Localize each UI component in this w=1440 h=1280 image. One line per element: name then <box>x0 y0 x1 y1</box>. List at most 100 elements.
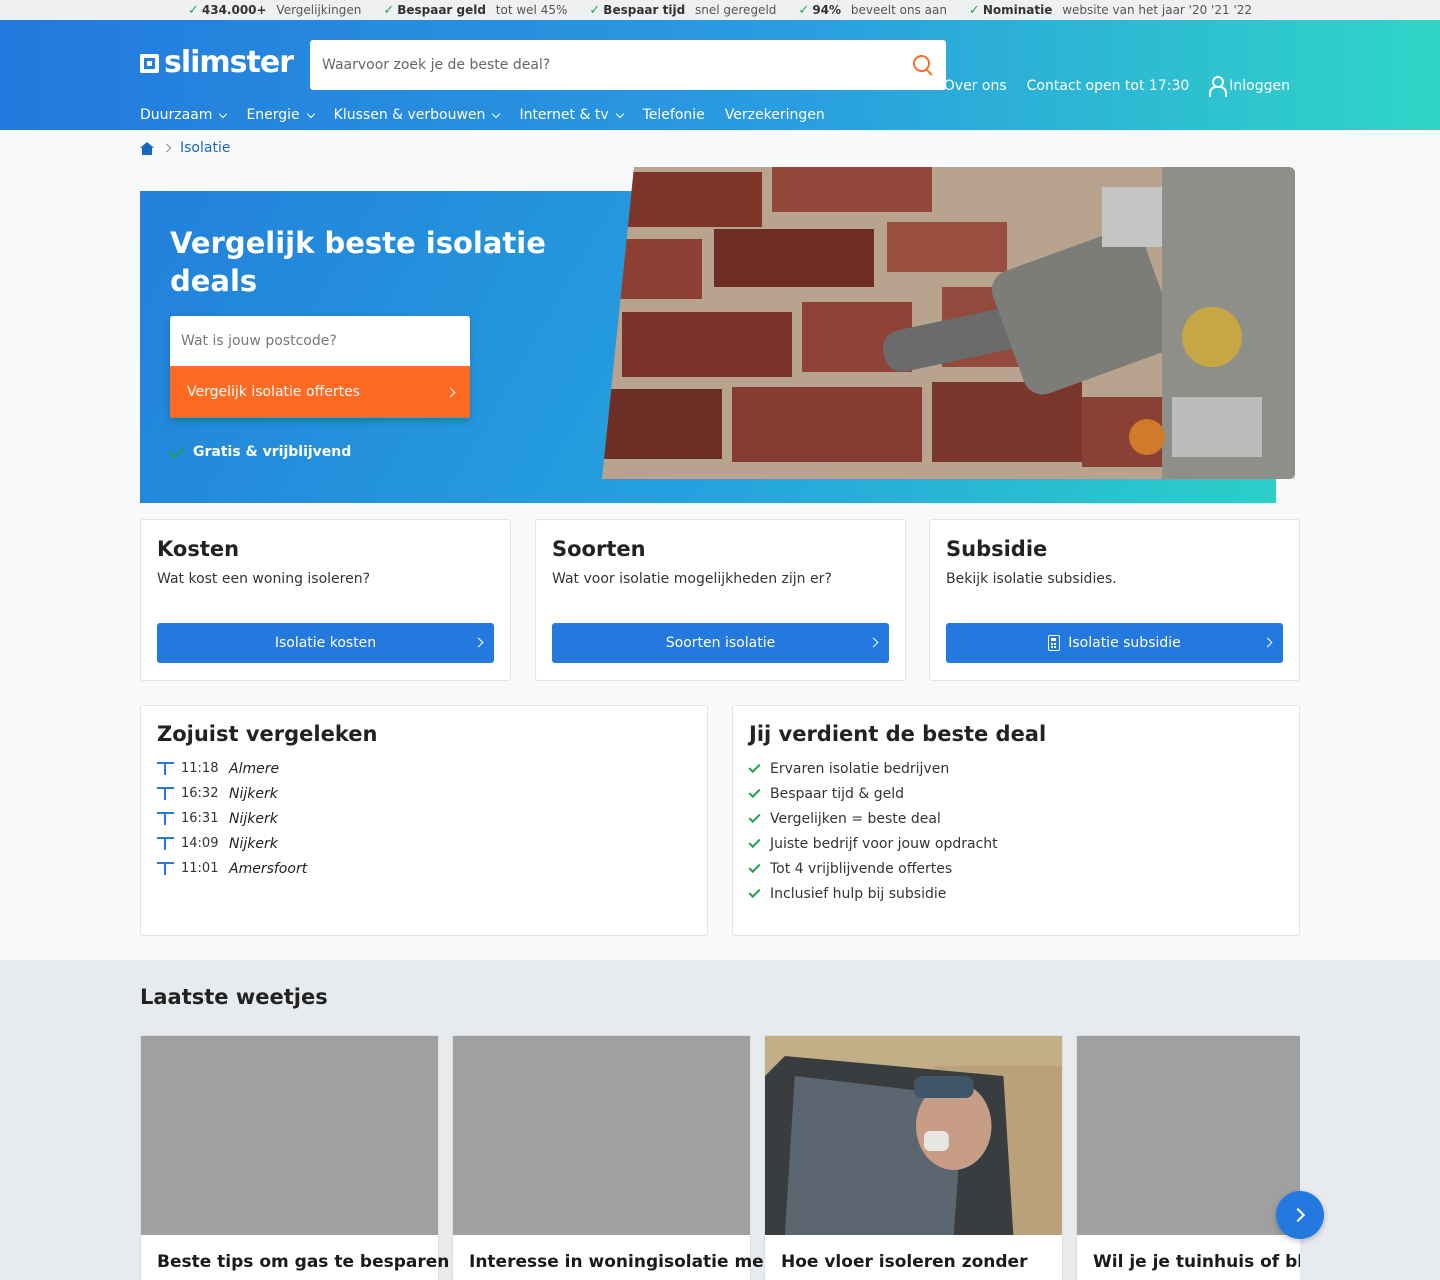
tip-card[interactable]: Beste tips om gas te besparen <box>140 1035 450 1280</box>
postcode-input[interactable] <box>170 316 470 366</box>
recent-list: 11:18 Almere 16:32 Nijkerk 16:31 Nijkerk 14… <box>157 756 691 881</box>
site-header: slimster Over ons Contact open tot 17:30… <box>0 20 1440 150</box>
comparison-city: Nijkerk <box>229 835 278 852</box>
scale-icon <box>157 787 174 800</box>
comparison-time: 16:32 <box>181 786 219 801</box>
card-text: Wat kost een woning isoleren? <box>157 571 371 587</box>
button-label: Soorten isolatie <box>665 635 776 651</box>
insulation-subsidy-button[interactable]: Isolatie subsidie <box>946 623 1283 663</box>
nav-label: Klussen & verbouwen <box>333 107 486 123</box>
scale-icon <box>157 837 174 850</box>
tip-card[interactable]: Hoe vloer isoleren zonder <box>764 1035 1063 1280</box>
latest-tips-section: Laatste weetjes Beste tips om gas te bes… <box>0 960 1440 1280</box>
list-item: 16:32 Nijkerk <box>157 781 691 806</box>
check-icon <box>748 860 761 874</box>
card-text: Wat voor isolatie mogelijkheden zijn er? <box>552 571 832 587</box>
insulation-costs-button[interactable]: Isolatie kosten <box>157 623 494 663</box>
logo-text: slimster <box>164 45 294 80</box>
list-item: 11:01 Amersfoort <box>157 856 691 881</box>
nav-label: Internet & tv <box>519 107 609 123</box>
nav-item-internet[interactable]: Internet & tv <box>519 100 624 150</box>
usp-item: ✓ Nominatie website van het jaar '20 '21 … <box>968 2 1253 18</box>
benefit-text: Bespaar tijd & geld <box>770 785 905 802</box>
main-nav: Duurzaam Energie Klussen & verbouwen Int… <box>140 100 825 150</box>
contact-link[interactable]: Contact open tot 17:30 <box>1027 78 1190 94</box>
nav-item-verzekeringen[interactable]: Verzekeringen <box>725 100 825 150</box>
card-text: Bekijk isolatie subsidies. <box>946 571 1117 587</box>
card-title: Zojuist vergeleken <box>157 722 378 746</box>
list-item: 16:31 Nijkerk <box>157 806 691 831</box>
usp-item: ✓ 434.000+ Vergelijkingen <box>187 2 362 18</box>
search-bar <box>310 40 946 90</box>
check-icon <box>748 810 761 824</box>
benefits-list: Ervaren isolatie bedrijven Bespaar tijd … <box>748 756 1283 906</box>
check-icon: ✓ <box>589 2 601 18</box>
list-item: Juiste bedrijf voor jouw opdracht <box>748 831 1283 856</box>
usp-item: ✓ Bespaar geld tot wel 45% <box>383 2 568 18</box>
list-item: 11:18 Almere <box>157 756 691 781</box>
chevron-down-icon <box>492 109 501 118</box>
insulation-types-button[interactable]: Soorten isolatie <box>552 623 889 663</box>
comparison-time: 14:09 <box>181 836 219 851</box>
compare-offers-button[interactable]: Vergelijk isolatie offertes <box>170 366 470 418</box>
list-item: 14:09 Nijkerk <box>157 831 691 856</box>
list-item: Bespaar tijd & geld <box>748 781 1283 806</box>
calculator-icon <box>1048 635 1061 651</box>
check-icon: ✓ <box>187 2 199 18</box>
comparison-city: Nijkerk <box>229 785 278 802</box>
tip-image <box>453 1036 750 1235</box>
comparison-city: Nijkerk <box>229 810 278 827</box>
card-title: Kosten <box>157 537 240 561</box>
check-icon <box>748 785 761 799</box>
usp-bar: ✓ 434.000+ Vergelijkingen ✓ Bespaar geld t… <box>0 0 1440 20</box>
tip-title: Hoe vloer isoleren zonder <box>781 1252 1028 1272</box>
login-label: Inloggen <box>1229 77 1290 94</box>
subsidy-card: Subsidie Bekijk isolatie subsidies. Isol… <box>929 519 1300 681</box>
usp-item: ✓ 94% beveelt ons aan <box>798 2 947 18</box>
check-icon: ✓ <box>798 2 810 18</box>
comparison-city: Amersfoort <box>229 860 308 877</box>
tip-card[interactable]: Interesse in woningisolatie met <box>452 1035 772 1280</box>
section-title: Laatste weetjes <box>140 985 328 1009</box>
login-link[interactable]: Inloggen <box>1209 76 1290 97</box>
card-title: Subsidie <box>946 537 1048 561</box>
scale-icon <box>157 812 174 825</box>
usp-item: ✓ Bespaar tijd snel geregeld <box>589 2 777 18</box>
comparison-city: Almere <box>229 760 280 777</box>
cta-label: Vergelijk isolatie offertes <box>187 384 360 400</box>
nav-item-energie[interactable]: Energie <box>246 100 315 150</box>
tip-title: Beste tips om gas te besparen <box>157 1252 450 1272</box>
list-item: Ervaren isolatie bedrijven <box>748 756 1283 781</box>
chevron-down-icon <box>219 109 228 118</box>
recent-comparisons-card: Zojuist vergeleken 11:18 Almere 16:32 Nijk… <box>140 705 708 936</box>
list-item: Tot 4 vrijblijvende offertes <box>748 856 1283 881</box>
check-icon: ✓ <box>383 2 395 18</box>
breadcrumb: Isolatie <box>140 140 230 156</box>
chevron-down-icon <box>306 109 315 118</box>
chevron-right-icon <box>445 387 456 397</box>
tips-carousel: Beste tips om gas te besparen Interesse … <box>140 1035 1300 1280</box>
chevron-right-icon <box>868 637 879 648</box>
benefit-text: Juiste bedrijf voor jouw opdracht <box>770 835 998 852</box>
nav-item-telefonie[interactable]: Telefonie <box>643 100 705 150</box>
button-label: Isolatie kosten <box>274 635 377 651</box>
carousel-next-button[interactable] <box>1276 1191 1324 1239</box>
nav-label: Duurzaam <box>140 107 213 123</box>
benefit-text: Vergelijken = beste deal <box>770 810 941 827</box>
chevron-right-icon <box>162 143 172 153</box>
scale-icon <box>157 762 174 775</box>
search-icon[interactable] <box>912 54 934 76</box>
user-icon <box>1209 76 1228 97</box>
home-icon[interactable] <box>140 141 154 155</box>
nav-item-klussen[interactable]: Klussen & verbouwen <box>333 100 501 150</box>
card-title: Soorten <box>552 537 646 561</box>
search-input[interactable] <box>322 57 912 73</box>
tip-title: Interesse in woningisolatie met <box>469 1252 772 1272</box>
slimster-logo[interactable]: slimster <box>140 45 294 80</box>
benefit-text: Inclusief hulp bij subsidie <box>770 885 947 902</box>
check-icon <box>748 760 761 774</box>
tip-card[interactable]: Wil je je tuinhuis of blokh <box>1076 1035 1300 1280</box>
comparison-time: 16:31 <box>181 811 219 826</box>
about-link[interactable]: Over ons <box>944 78 1007 94</box>
breadcrumb-current[interactable]: Isolatie <box>180 140 230 156</box>
